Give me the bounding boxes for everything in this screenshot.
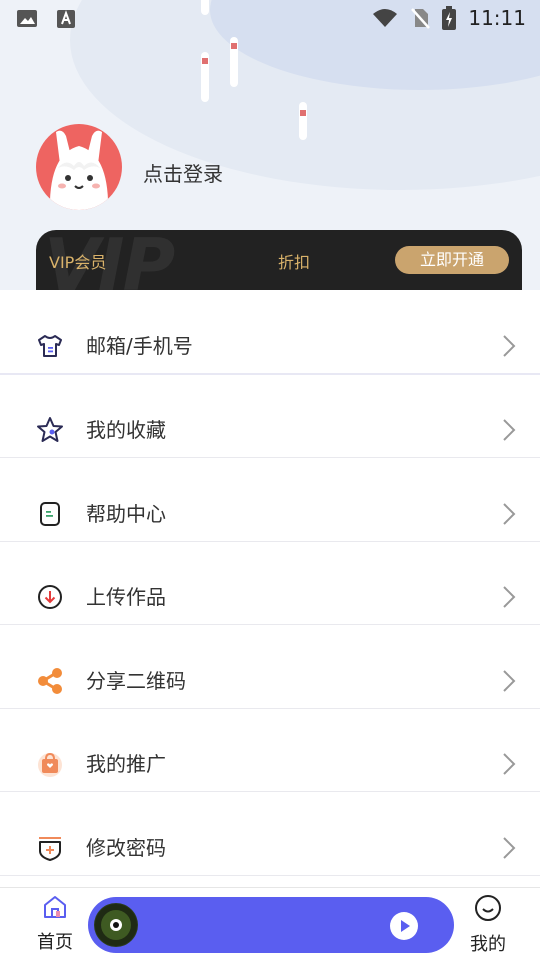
chevron-right-icon [503, 753, 516, 775]
nav-mine-label: 我的 [470, 934, 506, 955]
mini-player[interactable] [88, 897, 454, 953]
smile-icon [475, 895, 501, 921]
menu-item-label: 帮助中心 [86, 501, 166, 526]
home-icon [44, 896, 66, 918]
menu-item-label: 分享二维码 [86, 668, 186, 693]
vip-open-button[interactable]: 立即开通 [395, 246, 509, 274]
nav-home-tab[interactable]: 首页 [30, 894, 80, 954]
vip-label: VIP会员 [49, 253, 107, 272]
album-disc [94, 903, 138, 947]
menu-item-email-phone[interactable]: 邮箱/手机号 [0, 290, 540, 375]
alpaca-avatar-icon [49, 130, 109, 210]
shield-plus-icon [39, 836, 61, 861]
share-icon [38, 667, 62, 694]
menu-item-label: 我的推广 [86, 752, 166, 776]
shop-bag-icon [38, 752, 62, 777]
clock: 11:11 [468, 6, 526, 30]
nav-home-label: 首页 [37, 932, 73, 953]
download-circle-icon [38, 585, 62, 609]
star-icon [37, 417, 63, 442]
battery-charging-icon [442, 6, 457, 30]
menu-item-help-center[interactable]: 帮助中心 [0, 458, 540, 542]
font-icon [57, 10, 75, 28]
bottom-nav: 首页 我的 [0, 887, 540, 961]
play-icon [401, 920, 410, 932]
menu-item-label: 我的收藏 [86, 418, 166, 442]
wifi-icon [373, 9, 398, 27]
menu-item-label: 邮箱/手机号 [86, 333, 193, 358]
no-sim-icon [411, 8, 431, 29]
avatar[interactable] [36, 124, 122, 210]
menu-item-favorites[interactable]: 我的收藏 [0, 375, 540, 458]
chevron-right-icon [503, 586, 516, 608]
menu-item-upload-works[interactable]: 上传作品 [0, 542, 540, 625]
login-prompt[interactable]: 点击登录 [143, 158, 223, 187]
menu-item-label: 上传作品 [86, 585, 166, 609]
menu-item-change-password[interactable]: 修改密码 [0, 792, 540, 876]
image-icon [17, 10, 37, 27]
menu-item-my-promotion[interactable]: 我的推广 [0, 709, 540, 792]
shirt-icon [38, 334, 62, 357]
status-bar: 11:11 [0, 0, 540, 36]
chevron-right-icon [503, 419, 516, 441]
menu-item-share-qr[interactable]: 分享二维码 [0, 625, 540, 709]
note-icon [40, 501, 60, 526]
chevron-right-icon [503, 669, 516, 692]
chevron-right-icon [503, 836, 516, 859]
vip-discount-label: 折扣 [278, 253, 311, 272]
settings-menu: 邮箱/手机号 我的收藏 帮助中心 上传作品 分享二维码 我的推广 修改密码 [0, 290, 540, 876]
chevron-right-icon [503, 502, 516, 525]
disc-icon [95, 904, 137, 946]
vip-card: VIP VIP会员 折扣 立即开通 [36, 230, 522, 290]
nav-mine-tab[interactable]: 我的 [462, 894, 514, 956]
play-button[interactable] [390, 912, 418, 940]
menu-item-label: 修改密码 [86, 835, 166, 860]
chevron-right-icon [503, 334, 516, 357]
